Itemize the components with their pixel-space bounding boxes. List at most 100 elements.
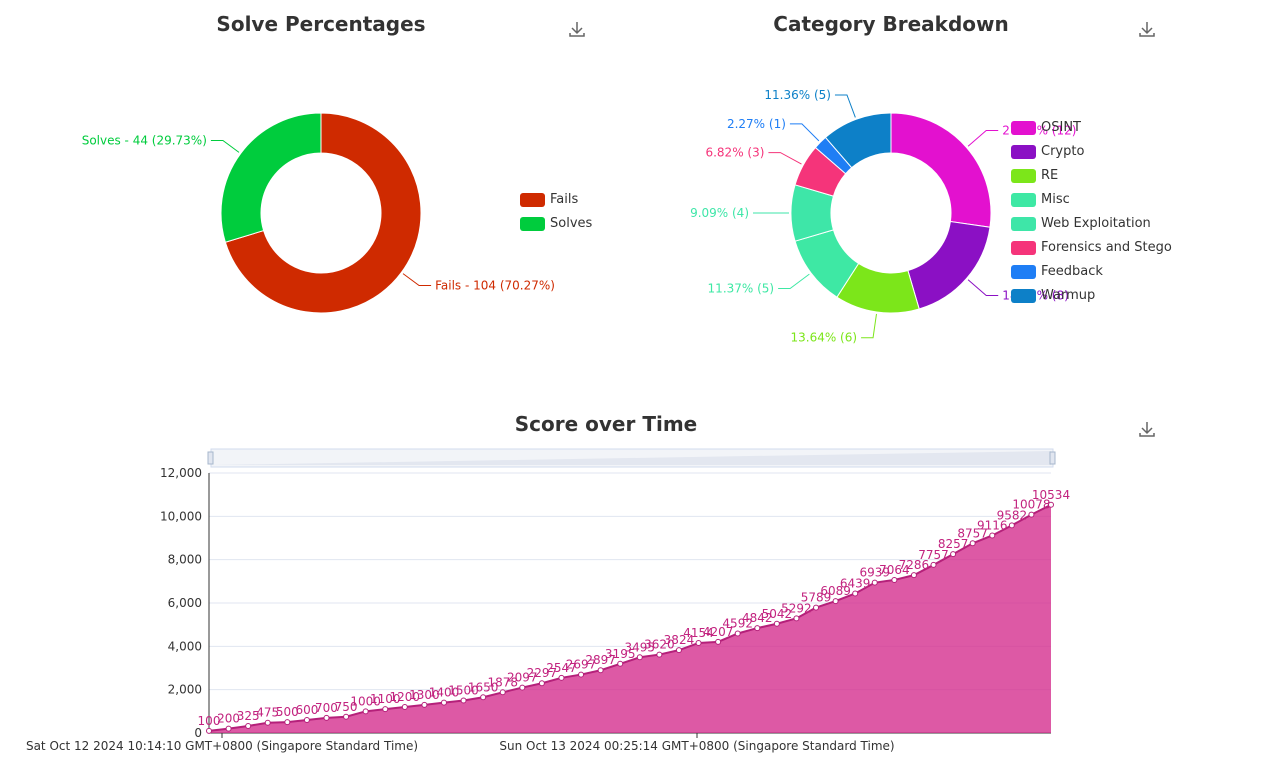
legend-label: Web Exploitation bbox=[1041, 216, 1151, 231]
data-point[interactable] bbox=[930, 561, 937, 568]
data-point[interactable] bbox=[421, 701, 428, 708]
pie-label-feedback: 2.27% (1) bbox=[727, 117, 786, 131]
data-point[interactable] bbox=[813, 604, 820, 611]
legend-item-misc[interactable]: Misc bbox=[1011, 192, 1070, 207]
legend-label: Solves bbox=[550, 216, 593, 231]
legend-item-fails[interactable]: Fails bbox=[520, 192, 578, 207]
data-point[interactable] bbox=[225, 725, 232, 732]
category-breakdown-title: Category Breakdown bbox=[773, 12, 1009, 36]
data-point[interactable] bbox=[578, 671, 585, 678]
y-tick-label: 8,000 bbox=[168, 553, 202, 567]
data-point[interactable] bbox=[754, 625, 761, 632]
legend-swatch bbox=[1011, 168, 1036, 183]
data-point[interactable] bbox=[264, 719, 271, 726]
legend-item-forensics-and-stego[interactable]: Forensics and Stego bbox=[1011, 240, 1172, 255]
data-point[interactable] bbox=[323, 714, 330, 721]
data-point[interactable] bbox=[989, 532, 996, 539]
data-point[interactable] bbox=[891, 576, 898, 583]
pie-label-forensics-and-stego: 6.82% (3) bbox=[705, 146, 764, 160]
legend-swatch bbox=[1011, 240, 1036, 255]
legend-item-crypto[interactable]: Crypto bbox=[1011, 144, 1084, 159]
score-area bbox=[209, 504, 1051, 733]
pie-label-re: 13.64% (6) bbox=[790, 331, 857, 345]
y-tick-label: 6,000 bbox=[168, 596, 202, 610]
data-label: 10534 bbox=[1032, 488, 1070, 502]
data-point[interactable] bbox=[1028, 511, 1035, 518]
data-point[interactable] bbox=[656, 651, 663, 658]
legend-item-osint[interactable]: OSINT bbox=[1011, 120, 1081, 135]
data-point[interactable] bbox=[245, 722, 252, 729]
legend-label: Crypto bbox=[1041, 144, 1085, 159]
legend-label: OSINT bbox=[1041, 120, 1081, 135]
legend-swatch bbox=[1011, 192, 1036, 207]
x-tick-label: Sat Oct 12 2024 10:14:10 GMT+0800 (Singa… bbox=[26, 739, 418, 753]
pie-label-web-exploitation: 9.09% (4) bbox=[690, 206, 749, 220]
legend-label: Misc bbox=[1041, 192, 1070, 207]
pie-slice-osint[interactable] bbox=[890, 112, 992, 228]
data-point[interactable] bbox=[675, 647, 682, 654]
data-point[interactable] bbox=[284, 719, 291, 726]
legend-swatch bbox=[520, 216, 545, 231]
legend-swatch bbox=[1011, 216, 1036, 231]
data-point[interactable] bbox=[910, 572, 917, 579]
y-tick-label: 2,000 bbox=[168, 683, 202, 697]
pie-slice-crypto[interactable] bbox=[907, 220, 991, 310]
data-point[interactable] bbox=[440, 699, 447, 706]
data-point[interactable] bbox=[715, 638, 722, 645]
data-point[interactable] bbox=[950, 551, 957, 558]
data-point[interactable] bbox=[617, 660, 624, 667]
pie-slice-solves[interactable] bbox=[220, 112, 322, 243]
score-over-time-chart: 02,0004,0006,0008,00010,00012,0001002003… bbox=[26, 448, 1070, 753]
zoom-handle-left[interactable] bbox=[207, 451, 214, 465]
data-point[interactable] bbox=[303, 717, 310, 723]
data-point[interactable] bbox=[558, 674, 565, 681]
data-point[interactable] bbox=[636, 654, 643, 661]
pie-label-fails: Fails - 104 (70.27%) bbox=[435, 279, 555, 293]
data-point[interactable] bbox=[871, 579, 878, 586]
pie-label-solves: Solves - 44 (29.73%) bbox=[82, 133, 207, 147]
data-point[interactable] bbox=[695, 639, 702, 646]
legend-item-solves[interactable]: Solves bbox=[520, 216, 592, 231]
data-point[interactable] bbox=[362, 708, 369, 715]
legend-swatch bbox=[520, 192, 545, 207]
legend-label: Feedback bbox=[1041, 264, 1103, 279]
download-icon[interactable] bbox=[567, 19, 587, 39]
y-tick-label: 0 bbox=[194, 726, 202, 740]
legend-item-feedback[interactable]: Feedback bbox=[1011, 264, 1103, 279]
data-point[interactable] bbox=[206, 727, 212, 734]
data-point[interactable] bbox=[773, 620, 780, 627]
zoom-handle-right[interactable] bbox=[1049, 451, 1056, 465]
data-point[interactable] bbox=[597, 667, 604, 674]
data-point[interactable] bbox=[460, 697, 467, 704]
data-point[interactable] bbox=[832, 598, 839, 605]
data-point[interactable] bbox=[538, 680, 545, 687]
data-point[interactable] bbox=[401, 704, 408, 710]
data-point[interactable] bbox=[382, 706, 389, 713]
data-point[interactable] bbox=[1048, 501, 1054, 508]
pie-label-warmup: 11.36% (5) bbox=[764, 88, 831, 102]
legend-swatch bbox=[1011, 144, 1036, 159]
legend-item-web-exploitation[interactable]: Web Exploitation bbox=[1011, 216, 1151, 231]
data-point[interactable] bbox=[734, 630, 741, 637]
score-over-time-title: Score over Time bbox=[514, 412, 698, 436]
legend-swatch bbox=[1011, 120, 1036, 135]
data-point[interactable] bbox=[499, 689, 506, 696]
data-point[interactable] bbox=[969, 540, 976, 547]
y-tick-label: 10,000 bbox=[160, 509, 202, 523]
legend-swatch bbox=[1011, 264, 1036, 279]
data-point[interactable] bbox=[480, 694, 487, 701]
data-point[interactable] bbox=[852, 590, 859, 597]
legend-label: Warmup bbox=[1041, 288, 1096, 303]
data-point[interactable] bbox=[1008, 522, 1015, 529]
legend-item-warmup[interactable]: Warmup bbox=[1011, 288, 1095, 303]
data-point[interactable] bbox=[519, 684, 526, 691]
data-point[interactable] bbox=[793, 615, 800, 622]
download-icon[interactable] bbox=[1137, 19, 1157, 39]
data-point[interactable] bbox=[343, 713, 350, 720]
pie-label-misc: 11.37% (5) bbox=[708, 282, 775, 296]
y-tick-label: 4,000 bbox=[168, 639, 202, 653]
legend-item-re[interactable]: RE bbox=[1011, 168, 1058, 183]
category-breakdown-chart: 27.27% (12)18.18% (8)13.64% (6)11.37% (5… bbox=[690, 88, 1076, 345]
download-icon[interactable] bbox=[1137, 419, 1157, 439]
legend-label: Fails bbox=[550, 192, 579, 207]
